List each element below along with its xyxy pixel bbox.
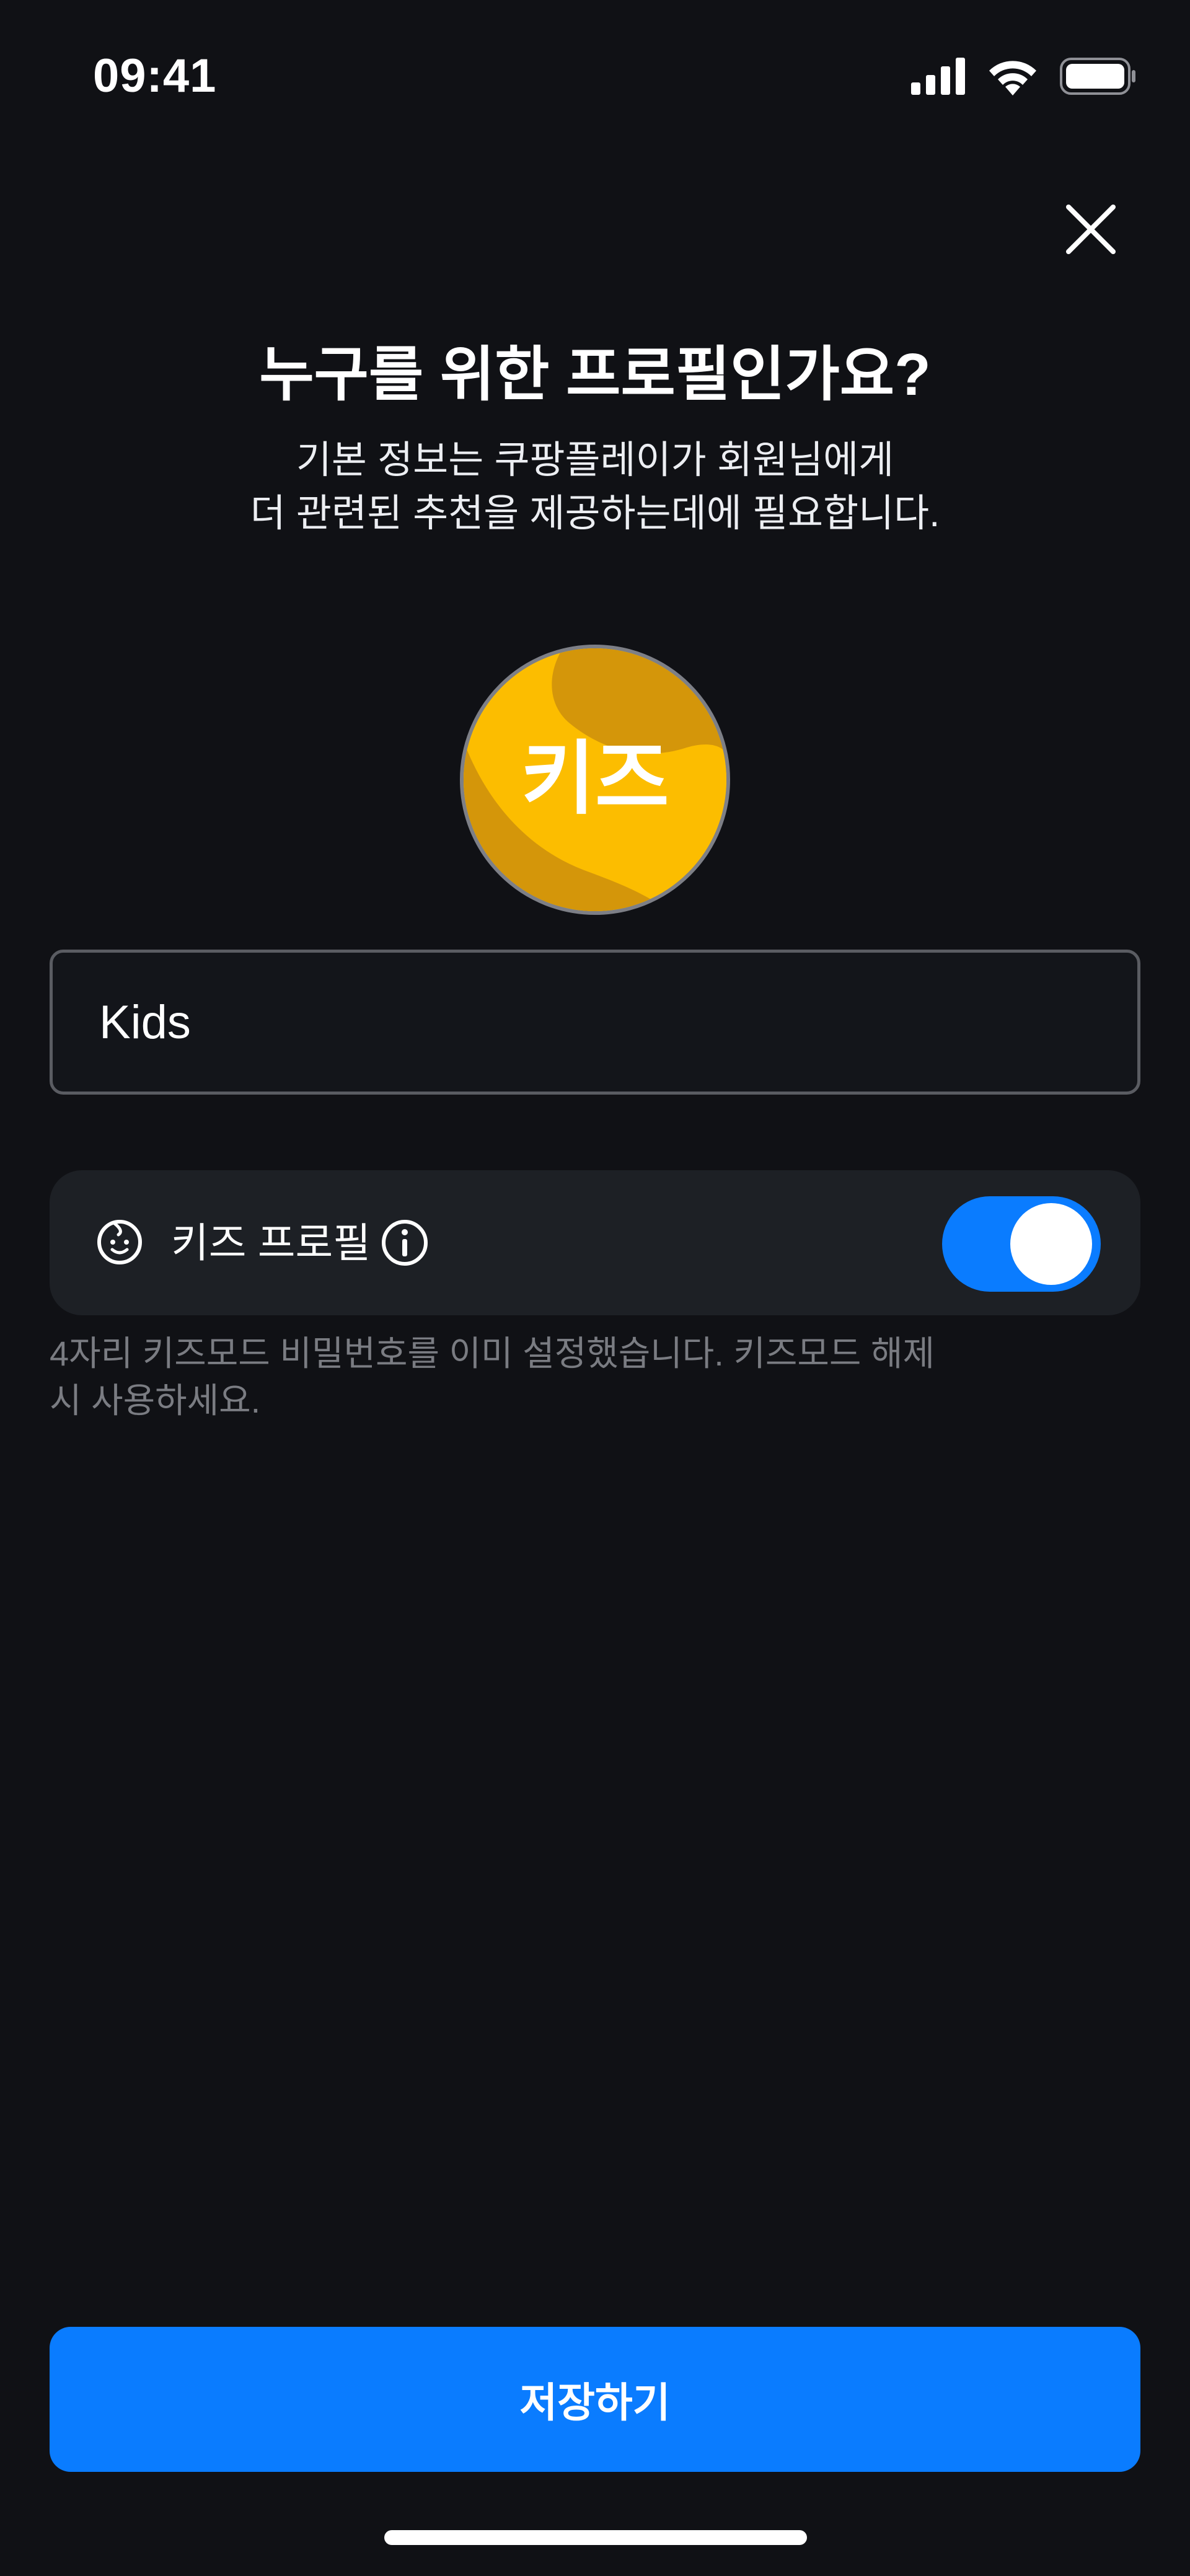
kids-profile-label: 키즈 프로필 [171, 1220, 371, 1266]
profile-setup-screen: 09:41 누구를 위한 프로필인가요? 기본 정보는 쿠팡플레이가 회원님에게… [0, 0, 1190, 2576]
battery-icon [1060, 58, 1135, 95]
cellular-signal-icon [911, 58, 965, 95]
save-button[interactable]: 저장하기 [50, 2327, 1140, 2472]
helper-line-2: 시 사용하세요. [50, 1381, 261, 1420]
wifi-icon [989, 61, 1036, 95]
subtitle-line-2: 더 관련된 추천을 제공하는데에 필요합니다. [250, 492, 940, 535]
close-button[interactable] [1060, 198, 1122, 260]
helper-line-1: 4자리 키즈모드 비밀번호를 이미 설정했습니다. 키즈모드 해제 [50, 1334, 935, 1373]
toggle-knob [1010, 1203, 1092, 1285]
kids-profile-row: 키즈 프로필 [50, 1170, 1140, 1315]
kids-mode-helper-text: 4자리 키즈모드 비밀번호를 이미 설정했습니다. 키즈모드 해제 시 사용하세… [50, 1330, 954, 1424]
home-indicator [384, 2530, 807, 2545]
page-subtitle: 기본 정보는 쿠팡플레이가 회원님에게 더 관련된 추천을 제공하는데에 필요합… [0, 434, 1190, 540]
avatar-label: 키즈 [521, 733, 669, 824]
status-icons [911, 55, 1137, 98]
kids-profile-toggle[interactable] [942, 1196, 1101, 1292]
profile-name-input[interactable] [50, 950, 1140, 1095]
subtitle-line-1: 기본 정보는 쿠팡플레이가 회원님에게 [296, 439, 894, 482]
close-icon [1066, 205, 1116, 254]
page-title: 누구를 위한 프로필인가요? [259, 342, 931, 408]
info-icon[interactable] [381, 1219, 429, 1267]
profile-avatar[interactable]: 키즈 [460, 645, 730, 915]
kids-face-icon [97, 1220, 142, 1264]
status-time: 09:41 [93, 50, 217, 102]
